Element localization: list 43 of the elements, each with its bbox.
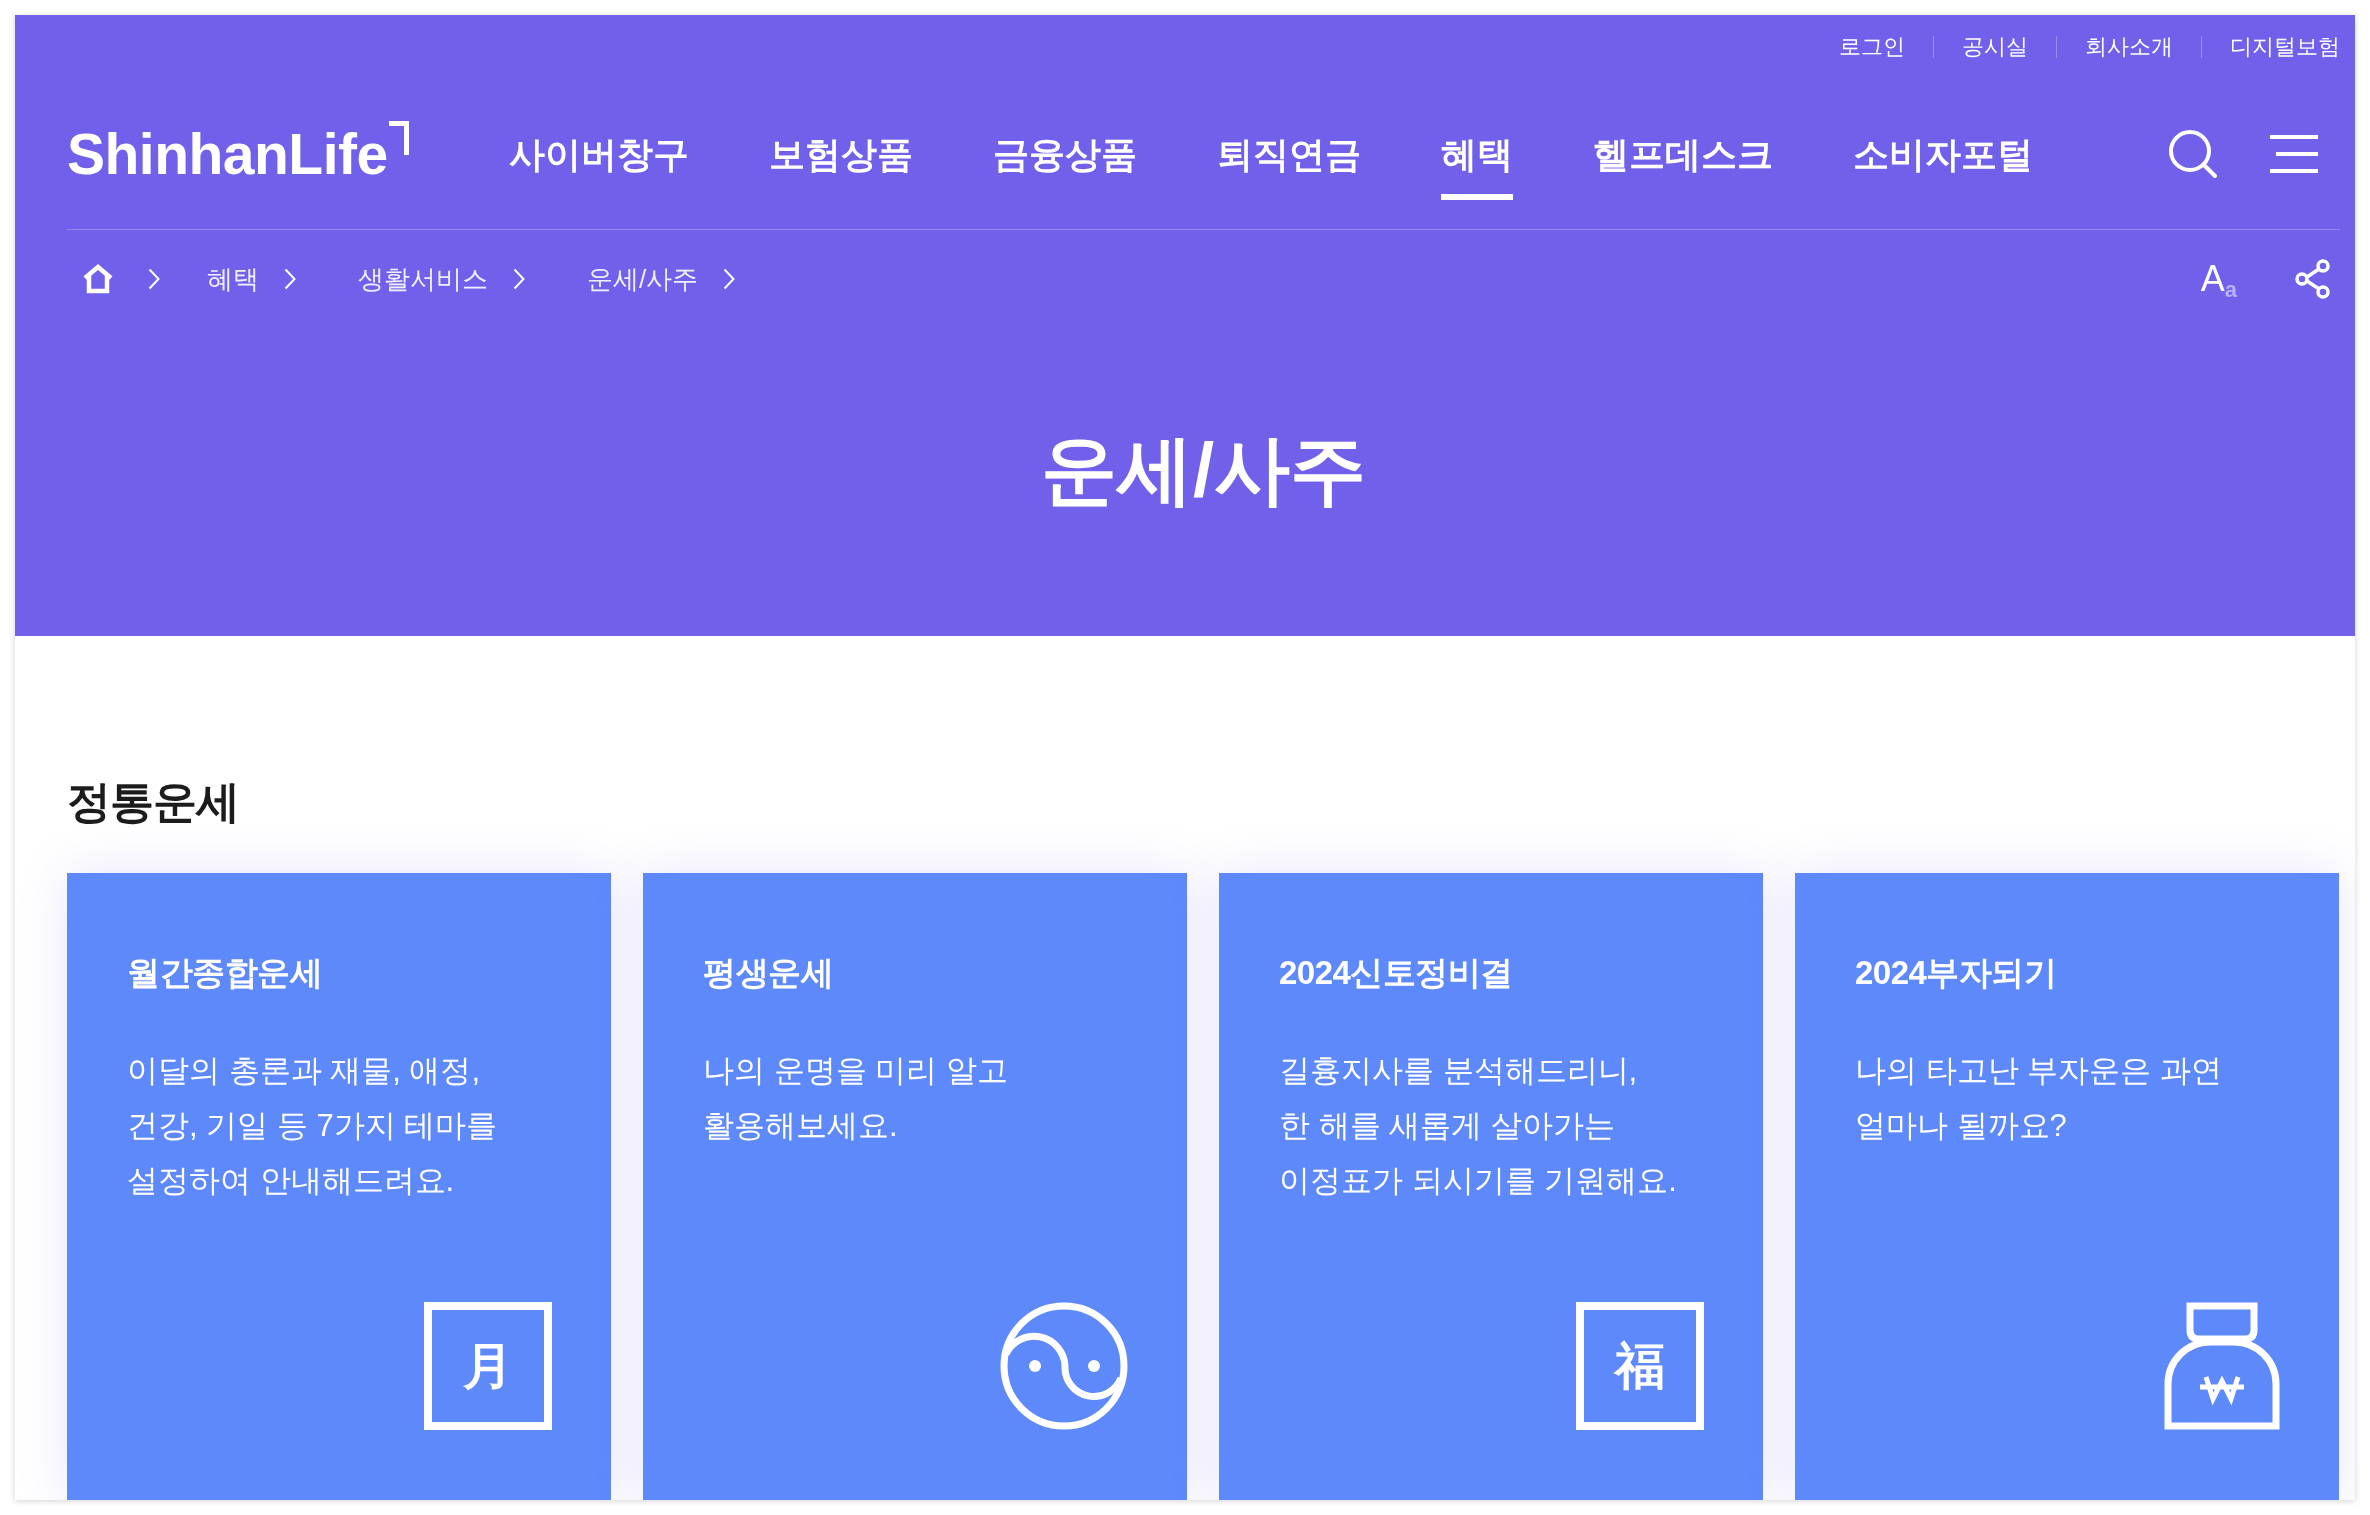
nav-tab[interactable]: 금융상품	[992, 108, 1137, 200]
nav-tab[interactable]: 퇴직연금	[1216, 108, 1361, 200]
fortune-card[interactable]: 2024부자되기 나의 타고난 부자운은 과연 얼마나 될까요?	[1795, 873, 2339, 1500]
card-description: 나의 운명을 미리 알고 활용해보세요.	[703, 1052, 1009, 1146]
chevron-right-icon	[148, 268, 160, 290]
logo-corner-icon	[388, 120, 409, 155]
share-icon[interactable]	[2293, 259, 2333, 299]
nav-tab[interactable]: 보험상품	[768, 108, 913, 200]
menu-icon[interactable]	[2270, 135, 2318, 173]
chevron-right-icon	[723, 268, 736, 290]
chevron-right-icon	[284, 268, 296, 290]
nav-tab[interactable]: 소비자포털	[1852, 108, 2033, 200]
search-icon[interactable]	[2168, 129, 2218, 179]
section-title: 정통운세	[67, 776, 240, 828]
card-description: 이달의 총론과 재물, 애정, 건강, 기일 등 7가지 테마를 설정하여 안내해드려요.	[127, 1052, 499, 1201]
card-title: 월간종합운세	[127, 953, 323, 994]
logo-wordmark[interactable]: ShinhanLife	[67, 125, 388, 183]
utility-link[interactable]: 디지털보험	[2230, 36, 2340, 58]
money-bag-icon	[2164, 1302, 2280, 1430]
fortune-card[interactable]: 평생운세 나의 운명을 미리 알고 활용해보세요.	[643, 873, 1187, 1500]
page-title: 운세/사주	[1040, 426, 1367, 514]
card-title: 2024신토정비결	[1279, 953, 1514, 994]
card-title: 2024부자되기	[1855, 953, 2058, 994]
utility-link[interactable]: 로그인	[1839, 36, 1905, 58]
breadcrumb-link[interactable]: 혜택	[207, 266, 259, 292]
utility-link[interactable]: 공시실	[1962, 36, 2028, 58]
nav-tab[interactable]: 혜택	[1440, 108, 1513, 200]
hanja-tile: 月	[424, 1302, 552, 1430]
card-description: 나의 타고난 부자운은 과연 얼마나 될까요?	[1855, 1052, 2223, 1146]
card-title: 평생운세	[703, 953, 834, 994]
hanja-tile: 福	[1576, 1302, 1704, 1430]
text-size-button[interactable]: A$_{a}$	[2200, 261, 2237, 297]
breadcrumb-link[interactable]: 생활서비스	[358, 266, 488, 292]
card-description: 길흉지사를 분석해드리니, 한 해를 새롭게 살아가는 이정표가 되시기를 기원해요.	[1279, 1052, 1678, 1201]
utility-link[interactable]: 회사소개	[2085, 36, 2173, 58]
home-icon[interactable]	[82, 264, 114, 294]
nav-tab[interactable]: 사이버창구	[508, 108, 689, 200]
chevron-right-icon	[513, 268, 525, 290]
breadcrumb-link[interactable]: 운세/사주	[587, 266, 699, 292]
nav-tab[interactable]: 헬프데스크	[1592, 108, 1773, 200]
yin-yang-icon	[1000, 1302, 1128, 1430]
fortune-card[interactable]: 월간종합운세 이달의 총론과 재물, 애정, 건강, 기일 등 7가지 테마를 설정하여 안내해드려요. 月	[67, 873, 611, 1500]
fortune-card[interactable]: 2024신토정비결 길흉지사를 분석해드리니, 한 해를 새롭게 살아가는 이정표가 되시기를 기원해요. 福	[1219, 873, 1763, 1500]
